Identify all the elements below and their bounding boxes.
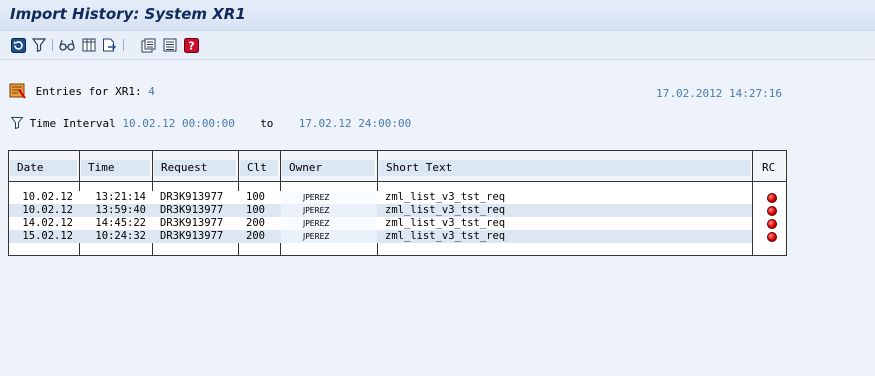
interval-to-label: to xyxy=(260,117,274,130)
cell-owner: JPEREZ xyxy=(281,191,377,204)
table-row[interactable]: 15.02.12 10:24:32 DR3K913977 200 JPEREZ … xyxy=(9,230,752,243)
cell-request[interactable]: DR3K913977 xyxy=(153,204,238,217)
cell-owner: JPEREZ xyxy=(281,217,377,230)
table-row[interactable]: 10.02.12 13:21:14 DR3K913977 100 JPEREZ … xyxy=(9,191,752,204)
cell-time: 14:45:22 xyxy=(95,217,146,229)
cell-client: 100 xyxy=(246,191,265,203)
interval-label: Time Interval xyxy=(29,117,116,130)
column-header-time[interactable]: Time xyxy=(81,160,151,176)
header-separator xyxy=(9,181,786,182)
time-interval-line: Time Interval 10.02.12 00:00:00 to 17.02… xyxy=(10,117,412,132)
cell-date: 15.02.12 xyxy=(22,230,73,242)
entries-line: Entries for XR1: 4 xyxy=(9,82,155,102)
column-header-owner[interactable]: Owner xyxy=(282,160,376,176)
cell-date: 10.02.12 xyxy=(22,204,73,216)
error-light-icon[interactable] xyxy=(767,193,777,203)
table-row[interactable]: 14.02.12 14:45:22 DR3K913977 200 JPEREZ … xyxy=(9,217,752,230)
cell-short-text: zml_list_v3_tst_req xyxy=(385,217,506,229)
entries-count: 4 xyxy=(148,85,155,98)
help-icon[interactable]: ? xyxy=(183,37,199,53)
report-timestamp: 17.02.2012 14:27:16 xyxy=(656,87,782,100)
details-icon[interactable] xyxy=(140,37,156,53)
entries-icon xyxy=(9,82,27,102)
toolbar-separator xyxy=(52,39,53,51)
cell-time: 10:24:32 xyxy=(95,230,146,242)
cell-date: 14.02.12 xyxy=(22,217,73,229)
table-row[interactable]: 10.02.12 13:59:40 DR3K913977 100 JPEREZ … xyxy=(9,204,752,217)
cell-short-text: zml_list_v3_tst_req xyxy=(385,191,506,203)
title-bar: Import History: System XR1 xyxy=(0,0,875,31)
error-light-icon[interactable] xyxy=(767,232,777,242)
list-icon[interactable] xyxy=(162,37,178,53)
column-divider xyxy=(752,151,753,255)
window-title: Import History: System XR1 xyxy=(10,5,246,23)
column-header-clt[interactable]: Clt xyxy=(240,160,279,176)
cell-request[interactable]: DR3K913977 xyxy=(153,191,238,204)
cell-request[interactable]: DR3K913977 xyxy=(153,230,238,243)
filter-icon[interactable] xyxy=(31,37,47,53)
column-header-date[interactable]: Date xyxy=(10,160,78,176)
cell-short-text: zml_list_v3_tst_req xyxy=(385,204,506,216)
filter-icon xyxy=(10,117,24,132)
cell-date: 10.02.12 xyxy=(22,191,73,203)
import-history-table: Date Time Request Clt Owner Short Text R… xyxy=(8,150,787,256)
cell-request[interactable]: DR3K913977 xyxy=(153,217,238,230)
toolbar-separator xyxy=(123,39,124,51)
svg-text:?: ? xyxy=(188,39,194,52)
column-header-short-text[interactable]: Short Text xyxy=(379,160,752,176)
table-header: Date Time Request Clt Owner Short Text R… xyxy=(9,151,786,181)
columns-icon[interactable] xyxy=(81,37,97,53)
error-light-icon[interactable] xyxy=(767,219,777,229)
column-header-rc[interactable]: RC xyxy=(753,160,786,176)
entries-label: Entries for XR1: xyxy=(35,85,142,98)
cell-short-text: zml_list_v3_tst_req xyxy=(385,230,506,242)
cell-time: 13:59:40 xyxy=(95,204,146,216)
error-light-icon[interactable] xyxy=(767,206,777,216)
glasses-icon[interactable] xyxy=(59,37,75,53)
toolbar: ? xyxy=(0,31,875,60)
cell-owner: JPEREZ xyxy=(281,204,377,217)
cell-client: 100 xyxy=(246,204,265,216)
cell-client: 200 xyxy=(246,217,265,229)
interval-from: 10.02.12 00:00:00 xyxy=(122,117,235,130)
refresh-icon[interactable] xyxy=(10,37,26,53)
cell-time: 13:21:14 xyxy=(95,191,146,203)
export-icon[interactable] xyxy=(101,37,117,53)
column-header-request[interactable]: Request xyxy=(154,160,237,176)
cell-client: 200 xyxy=(246,230,265,242)
interval-to: 17.02.12 24:00:00 xyxy=(298,117,412,130)
cell-owner: JPEREZ xyxy=(281,230,377,243)
